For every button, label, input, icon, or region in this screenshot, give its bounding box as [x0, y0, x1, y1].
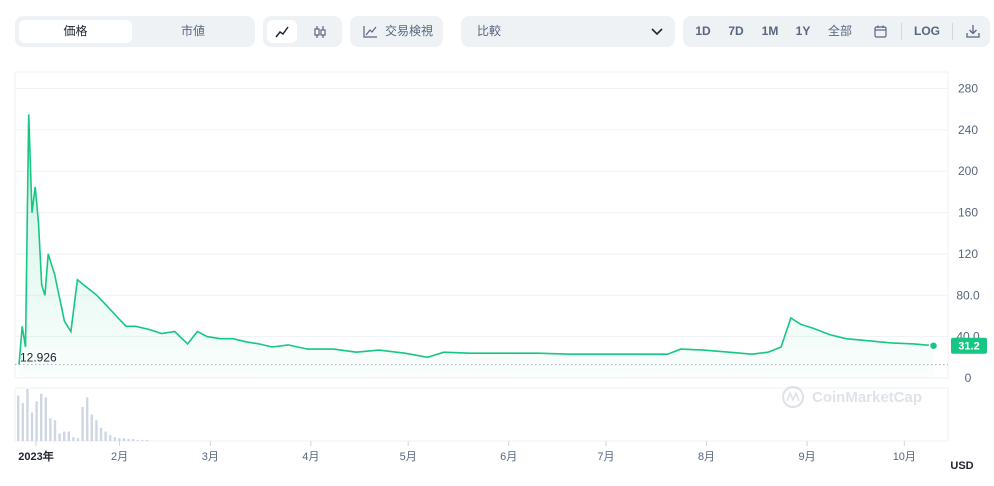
volume-bar — [113, 437, 116, 441]
currency-label: USD — [950, 460, 973, 472]
volume-bar — [26, 389, 29, 441]
volume-bar — [72, 437, 75, 441]
volume-bar — [44, 397, 47, 441]
x-tick-label: 9月 — [798, 451, 815, 463]
x-tick-label: 2月 — [111, 451, 128, 463]
volume-bar — [104, 431, 107, 441]
coinmarketcap-logo-icon — [781, 385, 805, 409]
volume-bar — [122, 438, 126, 441]
volume-bar — [132, 439, 135, 441]
volume-bar — [141, 440, 144, 441]
volume-bar — [58, 433, 61, 441]
volume-bar — [53, 420, 57, 441]
volume-bars — [17, 389, 149, 441]
x-tick-label: 10月 — [893, 451, 916, 463]
coinmarketcap-watermark: CoinMarketCap — [781, 385, 922, 409]
x-tick-label: 4月 — [302, 451, 319, 463]
volume-bar — [76, 438, 80, 441]
volume-bar — [95, 420, 98, 441]
volume-bar — [90, 414, 93, 441]
volume-frame — [14, 387, 949, 442]
x-tick-label: 7月 — [597, 451, 614, 463]
volume-bar — [86, 397, 89, 441]
y-tick-label: 280 — [958, 82, 978, 96]
volume-bar — [109, 435, 112, 441]
volume-bar — [49, 418, 52, 441]
x-tick-label: 5月 — [400, 451, 417, 463]
volume-bar — [99, 427, 103, 441]
volume-bar — [145, 440, 149, 441]
x-tick-label: 3月 — [202, 451, 219, 463]
grid-lines — [14, 71, 949, 442]
min-price-label: 12.926 — [20, 351, 57, 365]
volume-bar — [63, 431, 66, 441]
price-area — [19, 114, 934, 379]
volume-bar — [67, 431, 70, 441]
volume-bar — [127, 439, 130, 441]
x-axis: 2023年 2月 3月 4月 5月 6月 7月 8月 9月 10月 — [18, 441, 916, 463]
volume-bar — [81, 406, 84, 441]
y-tick-label: 240 — [958, 123, 978, 137]
y-tick-label: 160 — [958, 206, 978, 220]
price-chart[interactable]: 040.080.0120160200240280 2023年 2月 3月 4月 5月 6月… — [0, 0, 994, 486]
volume-bar — [17, 395, 20, 441]
watermark-text: CoinMarketCap — [812, 389, 922, 406]
y-tick-label: 80.0 — [956, 288, 980, 302]
x-tick-label: 2023年 — [18, 449, 53, 463]
y-tick-label: 200 — [958, 164, 978, 178]
volume-bar — [40, 393, 43, 441]
volume-bar — [21, 403, 24, 441]
current-price-dot — [928, 340, 939, 351]
volume-bar — [30, 412, 34, 441]
volume-bar — [35, 401, 38, 441]
volume-bar — [118, 438, 121, 441]
y-tick-label: 120 — [958, 247, 978, 261]
y-tick-label: 0 — [965, 371, 972, 385]
x-tick-label: 6月 — [500, 451, 517, 463]
x-tick-label: 8月 — [698, 451, 715, 463]
volume-bar — [136, 440, 139, 441]
current-price-label: 31.2 — [958, 341, 979, 353]
